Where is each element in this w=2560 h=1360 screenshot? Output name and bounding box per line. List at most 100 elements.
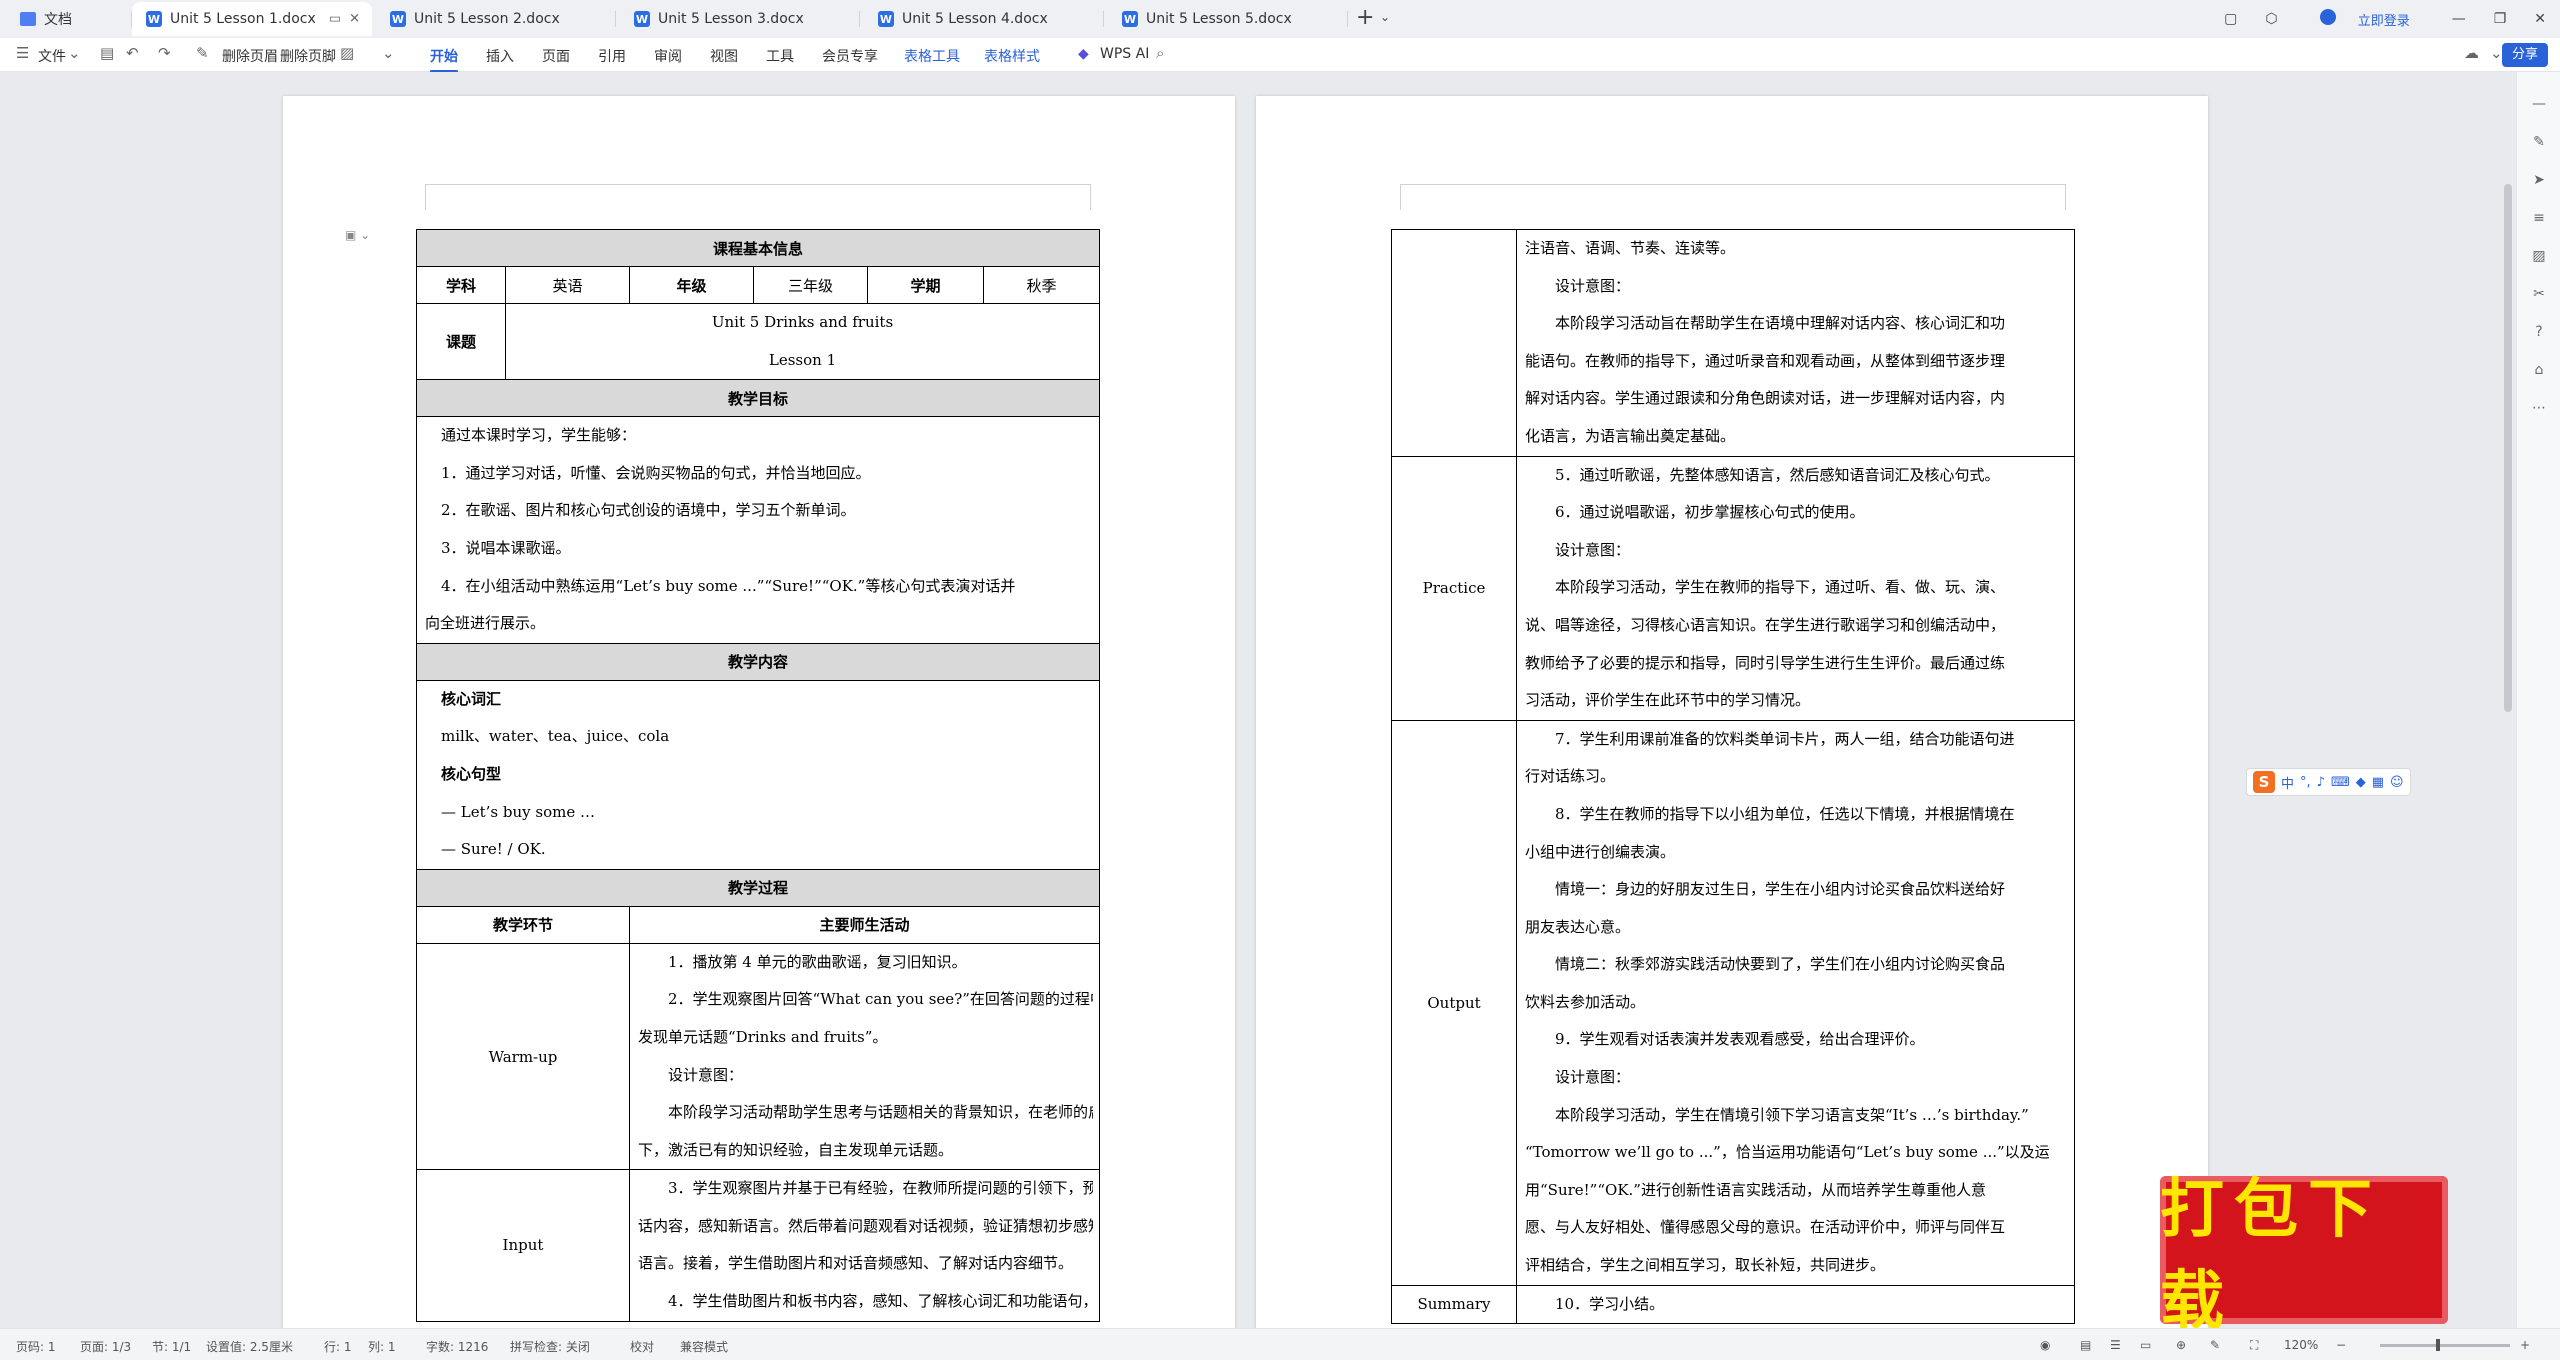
- skin-icon[interactable]: ◆: [2356, 775, 2366, 790]
- search-icon[interactable]: ⌕: [1156, 44, 1164, 62]
- add-tab-icon[interactable]: +: [1356, 6, 1374, 30]
- zoom-in-icon[interactable]: +: [2520, 1338, 2530, 1352]
- header-area[interactable]: [1400, 184, 2066, 210]
- chevron-down-icon[interactable]: ⌄: [68, 44, 81, 62]
- zoom-slider-handle[interactable]: [2436, 1339, 2440, 1351]
- input-activities-cont: 注语音、语调、节奏、连读等。 设计意图： 本阶段学习活动旨在帮助学生在语境中理解…: [1516, 229, 2075, 457]
- window-close-icon[interactable]: ✕: [2534, 11, 2546, 27]
- image-icon[interactable]: ▨: [2531, 248, 2547, 264]
- outline-view-icon[interactable]: ☰: [2110, 1338, 2121, 1352]
- tab-unit5-lesson4[interactable]: W Unit 5 Lesson 4.docx: [864, 2, 1104, 36]
- tab-membership[interactable]: 会员专享: [822, 46, 878, 66]
- tab-table-tools[interactable]: 表格工具: [904, 46, 960, 66]
- save-icon[interactable]: ▤: [100, 44, 114, 62]
- vertical-scrollbar[interactable]: [2504, 184, 2512, 712]
- more-icon[interactable]: ⋯: [2531, 400, 2547, 416]
- monitor-icon[interactable]: ▭: [329, 12, 341, 27]
- page-2[interactable]: 注语音、语调、节奏、连读等。 设计意图： 本阶段学习活动旨在帮助学生在语境中理解…: [1256, 96, 2208, 1328]
- image-icon[interactable]: ▨: [340, 44, 354, 62]
- layout-icon[interactable]: ▢: [2224, 11, 2237, 27]
- table-handle-icon[interactable]: ▣ ⌄: [345, 228, 370, 242]
- emoji-icon[interactable]: ☺: [2390, 775, 2404, 790]
- status-setting[interactable]: 设置值: 2.5厘米: [206, 1338, 293, 1355]
- minimize-icon[interactable]: —: [2452, 11, 2466, 27]
- term-value: 秋季: [982, 266, 1101, 304]
- page-1[interactable]: ▣ ⌄ 课程基本信息 学科 英语 年级 三年级 学期 秋季 课题 Unit 5 …: [283, 96, 1235, 1328]
- chevron-down-icon[interactable]: ⌄: [2490, 44, 2503, 62]
- redo-icon[interactable]: ↷: [158, 44, 171, 62]
- word-doc-icon: W: [146, 11, 162, 27]
- spell-check-toggle[interactable]: 拼写检查: 关闭: [510, 1338, 590, 1355]
- login-button[interactable]: 立即登录: [2306, 9, 2424, 29]
- file-menu[interactable]: 文件: [38, 46, 66, 66]
- tab-list-chevron-icon[interactable]: ⌄: [1380, 10, 1390, 24]
- wps-ai-icon: ◆: [1078, 46, 1089, 62]
- proofread-button[interactable]: 校对: [630, 1338, 654, 1355]
- activity-line: 小组中进行创编表演。: [1525, 842, 1676, 861]
- tab-unit5-lesson1[interactable]: W Unit 5 Lesson 1.docx ▭ ✕: [132, 2, 372, 36]
- tab-review[interactable]: 审阅: [654, 46, 682, 66]
- tab-label: Unit 5 Lesson 5.docx: [1146, 11, 1292, 27]
- tab-reference[interactable]: 引用: [598, 46, 626, 66]
- tab-view[interactable]: 视图: [710, 46, 738, 66]
- format-painter-icon[interactable]: ✎: [196, 44, 209, 62]
- keyboard-icon[interactable]: ⌨: [2331, 775, 2350, 790]
- shirt-icon[interactable]: ⌂: [2531, 362, 2547, 378]
- cursor-icon[interactable]: ➤: [2531, 172, 2547, 188]
- undo-icon[interactable]: ↶: [126, 44, 139, 62]
- microphone-icon[interactable]: ♪: [2317, 775, 2325, 790]
- zoom-slider[interactable]: [2380, 1344, 2510, 1347]
- document-canvas[interactable]: ▣ ⌄ 课程基本信息 学科 英语 年级 三年级 学期 秋季 课题 Unit 5 …: [0, 72, 2560, 1328]
- window-controls: ▢ ⬡ 立即登录 — ❐ ✕: [2210, 0, 2560, 38]
- activity-line: 本阶段学习活动旨在帮助学生在语境中理解对话内容、核心词汇和功: [1555, 314, 2006, 333]
- eye-icon[interactable]: ◉: [2040, 1338, 2050, 1352]
- status-pages[interactable]: 页面: 1/3: [80, 1338, 131, 1355]
- tab-unit5-lesson2[interactable]: W Unit 5 Lesson 2.docx: [376, 2, 616, 36]
- settings-sliders-icon[interactable]: ≡: [2531, 210, 2547, 226]
- tab-insert[interactable]: 插入: [486, 46, 514, 66]
- wps-ai-button[interactable]: WPS AI: [1100, 46, 1149, 62]
- ime-toolbar[interactable]: S 中 °, ♪ ⌨ ◆ ▦ ☺: [2246, 768, 2411, 796]
- tab-page[interactable]: 页面: [542, 46, 570, 66]
- grid-icon[interactable]: ▦: [2372, 775, 2384, 790]
- tools-icon[interactable]: ✂: [2531, 286, 2547, 302]
- punctuation-icon[interactable]: °,: [2300, 775, 2311, 790]
- goal-line: 通过本课时学习，学生能够：: [441, 426, 637, 445]
- zoom-level[interactable]: 120%: [2284, 1338, 2318, 1352]
- menu-icon[interactable]: ☰: [16, 44, 29, 62]
- fit-width-icon[interactable]: ⛶: [2250, 1338, 2258, 1353]
- goal-line: 1．通过学习对话，听懂、会说购买物品的句式，并恰当地回应。: [441, 463, 871, 482]
- cloud-sync-icon[interactable]: ☁: [2464, 44, 2479, 62]
- read-view-icon[interactable]: ▭: [2140, 1338, 2151, 1352]
- term-label: 学期: [867, 266, 984, 304]
- delete-footer-button[interactable]: 删除页脚: [280, 46, 336, 66]
- web-view-icon[interactable]: ⊕: [2176, 1338, 2186, 1352]
- tab-unit5-lesson3[interactable]: W Unit 5 Lesson 3.docx: [620, 2, 860, 36]
- status-row[interactable]: 行: 1: [324, 1338, 352, 1355]
- tab-home[interactable]: 文档: [6, 2, 132, 36]
- status-page[interactable]: 页码: 1: [16, 1338, 56, 1355]
- pen-view-icon[interactable]: ✎: [2210, 1338, 2220, 1352]
- cube-icon[interactable]: ⬡: [2265, 11, 2277, 27]
- chevron-down-icon[interactable]: ⌄: [382, 44, 395, 62]
- tab-unit5-lesson5[interactable]: W Unit 5 Lesson 5.docx: [1108, 2, 1348, 36]
- tab-start[interactable]: 开始: [430, 46, 458, 73]
- status-col[interactable]: 列: 1: [368, 1338, 396, 1355]
- download-badge[interactable]: 打包下载: [2160, 1173, 2448, 1339]
- status-words[interactable]: 字数: 1216: [426, 1338, 488, 1355]
- tab-table-style[interactable]: 表格样式: [984, 46, 1040, 66]
- status-section[interactable]: 节: 1/1: [152, 1338, 191, 1355]
- help-icon[interactable]: ?: [2531, 324, 2547, 340]
- close-icon[interactable]: ✕: [349, 12, 360, 27]
- share-button[interactable]: 分享: [2501, 43, 2548, 67]
- header-area[interactable]: [425, 184, 1091, 210]
- tab-tools[interactable]: 工具: [766, 46, 794, 66]
- pen-icon[interactable]: ✎: [2531, 134, 2547, 150]
- practice-activities: 5．通过听歌谣，先整体感知语言，然后感知语音词汇及核心句式。 6．通过说唱歌谣，…: [1516, 455, 2075, 721]
- zoom-out-icon[interactable]: −: [2336, 1338, 2346, 1352]
- page-view-icon[interactable]: ▤: [2080, 1338, 2091, 1352]
- collapse-icon[interactable]: —: [2531, 96, 2547, 112]
- ime-mode[interactable]: 中: [2281, 773, 2294, 792]
- delete-header-button[interactable]: 删除页眉: [222, 46, 278, 66]
- restore-icon[interactable]: ❐: [2494, 11, 2507, 27]
